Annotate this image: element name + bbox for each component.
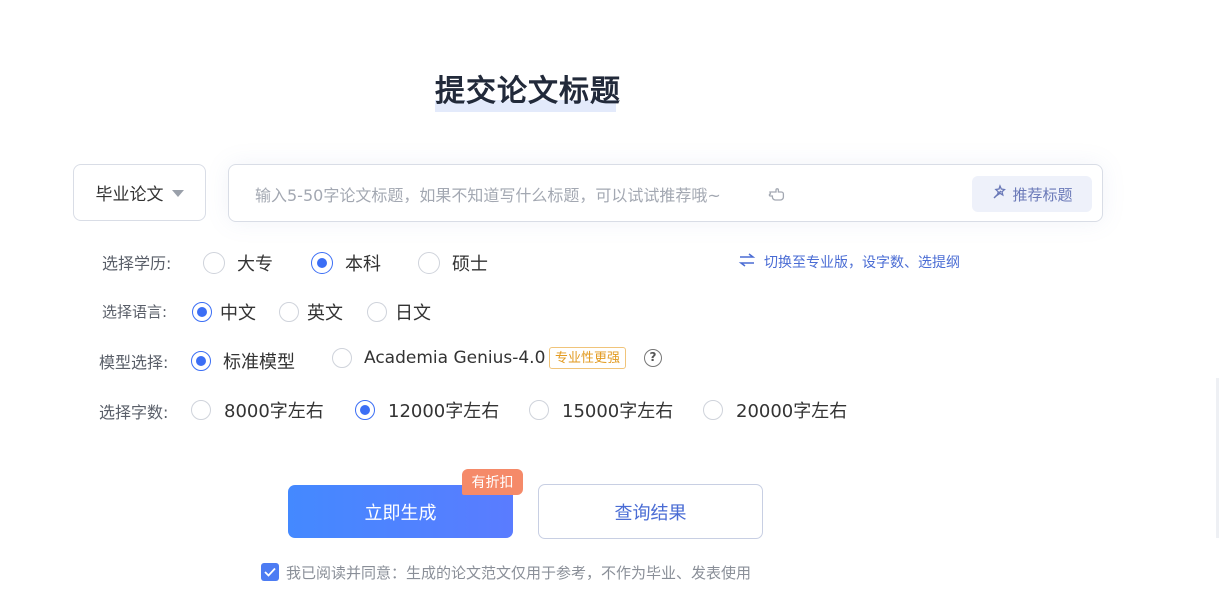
radio-icon (279, 302, 299, 322)
model-option-label: Academia Genius-4.0 (364, 348, 546, 368)
radio-checked-icon (191, 351, 211, 371)
switch-pro-link[interactable]: 切换至专业版，设字数、选提纲 (738, 252, 960, 272)
paper-type-select[interactable]: 毕业论文 (73, 164, 206, 221)
pointing-hand-icon (767, 183, 787, 203)
language-option-ja[interactable]: 日文 (367, 299, 431, 325)
recommend-title-button[interactable]: 推荐标题 (972, 176, 1092, 212)
radio-icon (703, 400, 723, 420)
model-label: 模型选择: (99, 353, 169, 372)
model-option-label: 标准模型 (223, 352, 295, 373)
education-option-benke[interactable]: 本科 (311, 250, 381, 276)
radio-checked-icon (192, 302, 212, 322)
question-circle-icon[interactable]: ? (644, 349, 662, 367)
radio-icon (418, 252, 440, 274)
word-count-option-label: 20000字左右 (736, 401, 848, 422)
education-option-dazhuan[interactable]: 大专 (203, 250, 273, 276)
education-option-label: 本科 (345, 254, 381, 275)
education-label: 选择学历: (102, 254, 172, 273)
word-count-label: 选择字数: (99, 403, 169, 422)
radio-icon (367, 302, 387, 322)
swap-arrows-icon (738, 253, 756, 271)
word-count-option-12000[interactable]: 12000字左右 (355, 397, 499, 423)
title-input-box: 推荐标题 (228, 164, 1103, 222)
word-count-option-label: 12000字左右 (388, 401, 500, 422)
word-count-option-label: 8000字左右 (224, 401, 324, 422)
radio-checked-icon (311, 252, 333, 274)
page-title: 提交论文标题 (435, 74, 621, 109)
agreement-text: 我已阅读并同意：生成的论文范文仅用于参考，不作为毕业、发表使用 (286, 564, 752, 582)
query-result-button[interactable]: 查询结果 (538, 484, 763, 539)
radio-icon (332, 348, 352, 368)
language-option-label: 中文 (220, 303, 256, 324)
recommend-title-label: 推荐标题 (1012, 185, 1073, 204)
discount-badge: 有折扣 (462, 469, 523, 495)
word-count-option-20000[interactable]: 20000字左右 (703, 397, 847, 423)
checkbox-checked-icon[interactable] (261, 563, 279, 581)
switch-pro-label: 切换至专业版，设字数、选提纲 (764, 255, 960, 271)
education-option-label: 大专 (237, 254, 273, 275)
radio-icon (191, 400, 211, 420)
word-count-option-label: 15000字左右 (562, 401, 674, 422)
word-count-option-15000[interactable]: 15000字左右 (529, 397, 673, 423)
pro-badge: 专业性更强 (549, 347, 627, 369)
radio-checked-icon (355, 400, 375, 420)
paper-type-label: 毕业论文 (95, 185, 164, 205)
education-option-shuoshi[interactable]: 硕士 (418, 250, 488, 276)
language-option-en[interactable]: 英文 (279, 299, 343, 325)
title-input[interactable] (253, 181, 757, 209)
model-option-academia[interactable]: Academia Genius-4.0 (332, 348, 545, 368)
chevron-down-icon (171, 190, 184, 197)
language-label: 选择语言: (102, 303, 168, 321)
radio-icon (529, 400, 549, 420)
language-option-label: 日文 (395, 303, 431, 324)
model-option-standard[interactable]: 标准模型 (191, 348, 295, 374)
language-option-label: 英文 (307, 303, 343, 324)
magic-wand-icon (991, 183, 1008, 205)
education-option-label: 硕士 (452, 254, 488, 275)
radio-icon (203, 252, 225, 274)
language-option-zh[interactable]: 中文 (192, 299, 256, 325)
word-count-option-8000[interactable]: 8000字左右 (191, 397, 324, 423)
